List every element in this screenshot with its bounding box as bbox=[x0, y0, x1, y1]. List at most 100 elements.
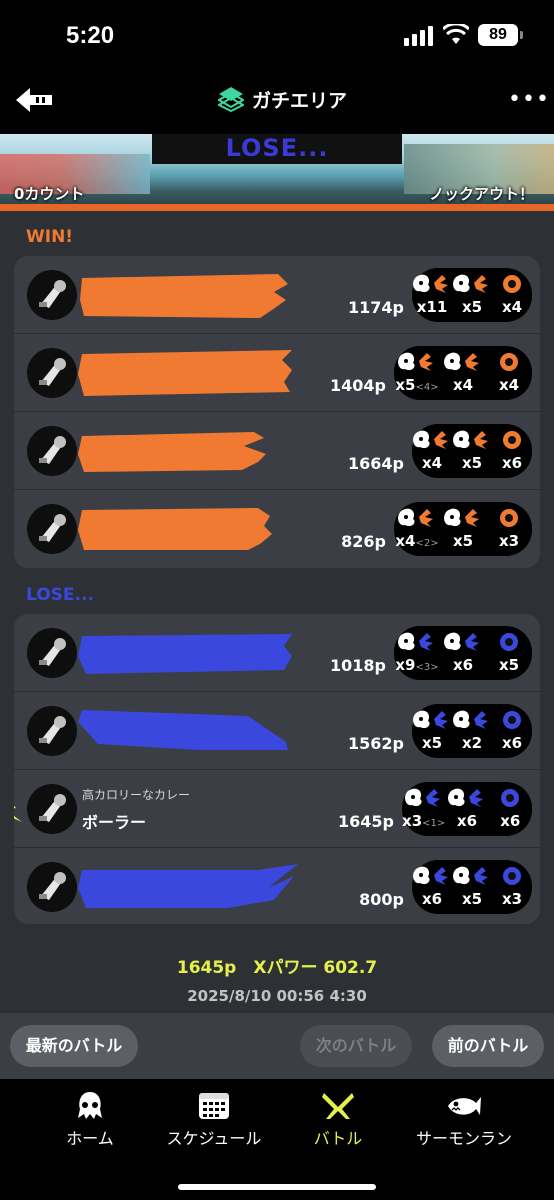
player-row[interactable]: 1174p x11 x5 x4 bbox=[14, 256, 540, 334]
tab-home[interactable]: ホーム bbox=[60, 1091, 120, 1149]
stat-specials: x3 bbox=[486, 502, 532, 556]
stat-value: x4 bbox=[412, 454, 452, 472]
death-icon bbox=[453, 866, 488, 885]
splat-kill-icon bbox=[404, 788, 440, 807]
stat-value: x6 bbox=[445, 812, 488, 830]
match-result-box: LOSE... bbox=[152, 134, 402, 164]
stat-kills: x6 bbox=[412, 860, 452, 914]
squid-icon bbox=[78, 1092, 102, 1119]
player-row[interactable]: 高カロリーなカレー ボーラー 1645p x3<1> x6 x6 bbox=[14, 770, 540, 848]
stat-deaths: x5 bbox=[452, 424, 492, 478]
splat-kill-icon bbox=[398, 508, 433, 527]
assist-count: <2> bbox=[415, 538, 439, 549]
stat-value: x11 bbox=[412, 298, 452, 316]
stat-value: x2 bbox=[452, 734, 492, 752]
tab-salmon-run-label: サーモンラン bbox=[415, 1129, 512, 1148]
paint-stroke bbox=[78, 432, 266, 472]
crab-icon bbox=[503, 431, 521, 449]
app-header: ガチエリア ••• bbox=[0, 70, 554, 134]
match-result: LOSE... bbox=[225, 134, 329, 162]
paint-stroke bbox=[78, 864, 298, 908]
splatling-weapon-icon bbox=[27, 348, 77, 398]
stat-count: x6 bbox=[500, 812, 521, 830]
player-row[interactable]: 1664p x4 x5 x6 bbox=[14, 412, 540, 490]
player-stats: x4<2> x5 x3 bbox=[394, 502, 532, 556]
assist-count: <4> bbox=[415, 382, 439, 393]
paint-stroke bbox=[78, 350, 292, 396]
stat-value: x5 bbox=[452, 298, 492, 316]
bow-weapon-icon bbox=[27, 784, 77, 834]
cellular-signal-icon bbox=[404, 26, 433, 46]
knockout-label: ノックアウト！ bbox=[429, 185, 534, 203]
paint-stroke bbox=[80, 274, 288, 318]
calendar-icon bbox=[199, 1093, 229, 1119]
stat-kills: x4 bbox=[412, 424, 452, 478]
stat-value: x6 bbox=[412, 890, 452, 908]
stat-value: x6 bbox=[440, 656, 486, 674]
paint-stroke bbox=[78, 634, 292, 674]
death-icon bbox=[444, 508, 479, 527]
player-points: 1174p bbox=[348, 298, 404, 317]
player-row[interactable]: 800p x6 x5 x3 bbox=[14, 848, 540, 924]
battle-datetime: 2025/8/10 00:56 4:30 bbox=[187, 987, 367, 1005]
player-row[interactable]: 1018p x9<3> x6 x5 bbox=[14, 614, 540, 692]
assist-count: <3> bbox=[415, 662, 439, 673]
back-arrow-icon[interactable] bbox=[14, 86, 54, 114]
stat-value: x5 bbox=[452, 454, 492, 472]
latest-battle-button[interactable]: 最新のバトル bbox=[10, 1025, 138, 1067]
player-points: 826p bbox=[341, 532, 386, 551]
stat-specials: x4 bbox=[492, 268, 532, 322]
stat-count: x5 bbox=[461, 890, 483, 908]
battle-detail: WIN! 1174p x11 x5 x4 1404p x5<4> x4 x4 1664p x4 x5… bbox=[0, 211, 554, 1013]
status-bar: 5:20 89 bbox=[0, 0, 554, 70]
stat-specials: x3 bbox=[492, 860, 532, 914]
stat-count: x5 bbox=[461, 298, 483, 316]
player-name-block: 高カロリーなカレー ボーラー bbox=[82, 786, 190, 833]
more-options-icon[interactable]: ••• bbox=[508, 89, 549, 111]
stat-deaths: x6 bbox=[440, 626, 486, 680]
tab-battle-label: バトル bbox=[313, 1129, 363, 1148]
player-stats: x3<1> x6 x6 bbox=[402, 782, 532, 836]
player-points: 1404p bbox=[330, 376, 386, 395]
battle-pager: 最新のバトル 次のバトル 前のバトル bbox=[0, 1013, 554, 1079]
stat-value: x5 bbox=[486, 656, 532, 674]
stat-kills: x5 bbox=[412, 704, 452, 758]
next-battle-button[interactable]: 次のバトル bbox=[300, 1025, 412, 1067]
splat-zones-icon bbox=[218, 87, 244, 112]
status-time: 5:20 bbox=[66, 22, 115, 49]
axe-weapon-icon bbox=[27, 270, 77, 320]
stat-count: x4 bbox=[498, 376, 520, 394]
stat-value: x4 bbox=[486, 376, 532, 394]
player-row[interactable]: 826p x4<2> x5 x3 bbox=[14, 490, 540, 568]
player-row[interactable]: 1404p x5<4> x4 x4 bbox=[14, 334, 540, 412]
player-stats: x9<3> x6 x5 bbox=[394, 626, 532, 680]
self-marker-icon bbox=[14, 805, 22, 822]
previous-battle-button[interactable]: 前のバトル bbox=[432, 1025, 544, 1067]
player-row[interactable]: 1562p x5 x2 x6 bbox=[14, 692, 540, 770]
stat-deaths: x2 bbox=[452, 704, 492, 758]
win-team-card: 1174p x11 x5 x4 1404p x5<4> x4 x4 1664p x4 x5 x6 826… bbox=[14, 256, 540, 568]
death-icon bbox=[448, 788, 483, 807]
splat-kill-icon bbox=[413, 274, 448, 293]
stat-count: x6 bbox=[501, 734, 523, 752]
stat-kills: x3<1> bbox=[402, 782, 445, 836]
tab-schedule[interactable]: スケジュール bbox=[164, 1091, 264, 1149]
stat-count: x5 bbox=[421, 734, 443, 752]
player-stats: x5 x2 x6 bbox=[412, 704, 532, 758]
assist-count: <1> bbox=[422, 818, 446, 829]
bubble-icon bbox=[503, 711, 521, 729]
stat-count: x5 bbox=[461, 454, 483, 472]
stat-specials: x6 bbox=[492, 704, 532, 758]
splat-kill-icon bbox=[398, 632, 433, 651]
death-icon bbox=[444, 632, 479, 651]
charger-weapon-icon bbox=[27, 706, 77, 756]
tab-salmon-run[interactable]: サーモンラン bbox=[412, 1091, 516, 1149]
tab-battle[interactable]: バトル bbox=[308, 1091, 368, 1149]
x-power-result: 1645p Xパワー 602.7 bbox=[176, 958, 378, 978]
player-name: ボーラー bbox=[82, 813, 147, 832]
player-points: 1664p bbox=[348, 454, 404, 473]
player-stats: x4 x5 x6 bbox=[412, 424, 532, 478]
shooter-weapon-icon bbox=[27, 426, 77, 476]
splat-kill-icon bbox=[413, 430, 448, 449]
zipcaster-icon bbox=[503, 275, 521, 293]
